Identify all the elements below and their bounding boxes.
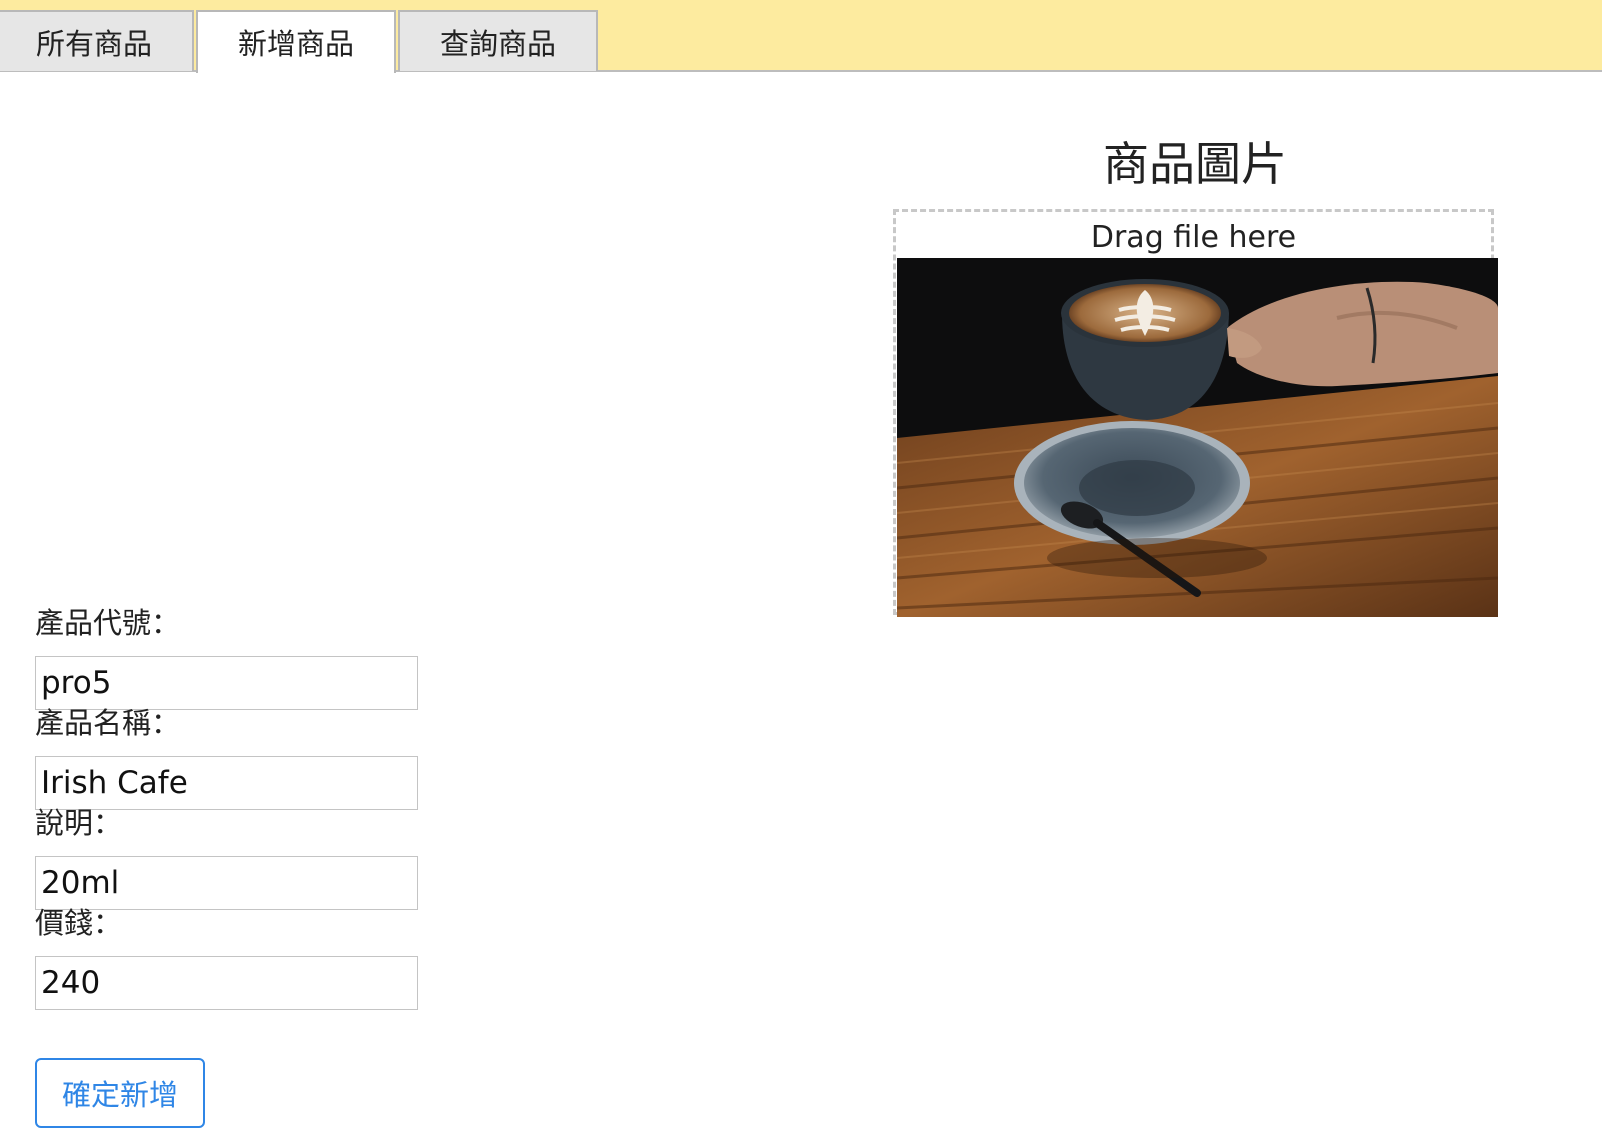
price-label: 價錢：: [35, 906, 123, 940]
tab-bar: 所有商品 新增商品 查詢商品: [0, 0, 1602, 73]
tab-add-product[interactable]: 新增商品: [196, 10, 396, 73]
price-input[interactable]: [35, 956, 418, 1010]
dropzone-label: Drag file here: [1090, 220, 1297, 255]
product-id-label: 產品代號：: [35, 606, 181, 640]
product-image-preview: [897, 258, 1498, 617]
product-image-title: 商品圖片: [1103, 137, 1287, 191]
confirm-add-button[interactable]: 確定新增: [35, 1058, 205, 1128]
description-label: 說明：: [35, 806, 123, 840]
tab-search-product[interactable]: 查詢商品: [398, 10, 598, 71]
tab-all-products[interactable]: 所有商品: [0, 10, 194, 71]
product-name-label: 產品名稱：: [35, 706, 181, 740]
